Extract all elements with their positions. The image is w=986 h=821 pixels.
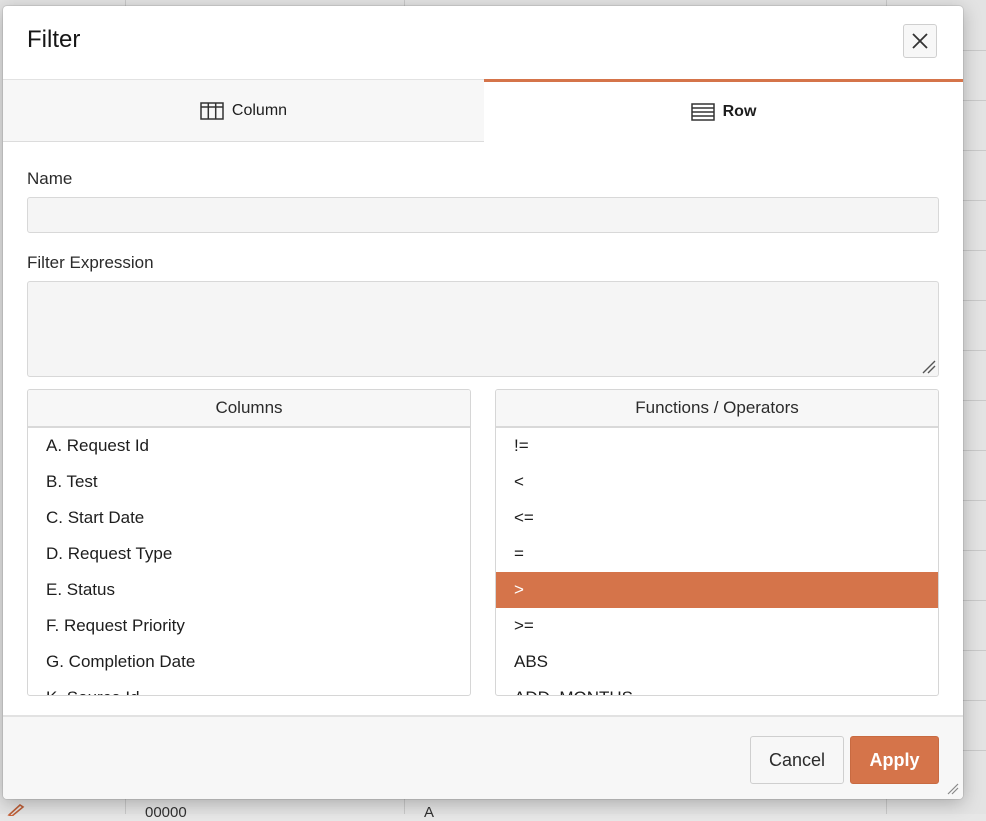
dialog-footer: Cancel Apply [3, 715, 963, 799]
name-field[interactable] [27, 197, 939, 233]
operator-item[interactable]: != [496, 428, 938, 464]
column-item[interactable]: E. Status [28, 572, 470, 608]
operator-item[interactable]: ADD_MONTHS [496, 680, 938, 695]
dialog-resize-handle-icon[interactable] [947, 783, 959, 795]
resize-handle-icon[interactable] [922, 360, 936, 374]
close-button[interactable] [903, 24, 937, 58]
column-item[interactable]: K. Source Id [28, 680, 470, 695]
columns-panel: Columns A. Request Id B. Test C. Start D… [27, 389, 471, 696]
column-item[interactable]: B. Test [28, 464, 470, 500]
operators-panel: Functions / Operators != < <= = > >= ABS… [495, 389, 939, 696]
tab-column[interactable]: Column [3, 79, 484, 142]
tab-row-label: Row [722, 103, 757, 120]
operators-list: != < <= = > >= ABS ADD_MONTHS [496, 428, 938, 695]
columns-panel-header: Columns [28, 390, 470, 428]
close-icon [912, 33, 928, 49]
column-item[interactable]: C. Start Date [28, 500, 470, 536]
column-item[interactable]: A. Request Id [28, 428, 470, 464]
name-label: Name [27, 169, 73, 188]
table-rows-icon [690, 103, 715, 121]
operator-item[interactable]: <= [496, 500, 938, 536]
tab-column-label: Column [231, 101, 288, 119]
column-item[interactable]: D. Request Type [28, 536, 470, 572]
dialog-title: Filter [27, 26, 81, 53]
filter-expression-label: Filter Expression [27, 253, 154, 272]
columns-list: A. Request Id B. Test C. Start Date D. R… [28, 428, 470, 695]
column-item[interactable]: F. Request Priority [28, 608, 470, 644]
tab-bar: Column Row [3, 79, 963, 142]
dialog-header: Filter [3, 6, 963, 79]
operator-item-selected[interactable]: > [496, 572, 938, 608]
apply-button[interactable]: Apply [850, 736, 939, 784]
operator-item[interactable]: = [496, 536, 938, 572]
tab-row[interactable]: Row [484, 79, 963, 142]
filter-dialog: Filter Column Row Name Filter Expression… [3, 6, 963, 799]
operator-item[interactable]: < [496, 464, 938, 500]
operator-item[interactable]: >= [496, 608, 938, 644]
filter-expression-textarea[interactable] [27, 281, 939, 377]
cancel-button[interactable]: Cancel [750, 736, 844, 784]
column-item[interactable]: G. Completion Date [28, 644, 470, 680]
operator-item[interactable]: ABS [496, 644, 938, 680]
table-columns-icon [200, 101, 224, 120]
operators-panel-header: Functions / Operators [496, 390, 938, 428]
